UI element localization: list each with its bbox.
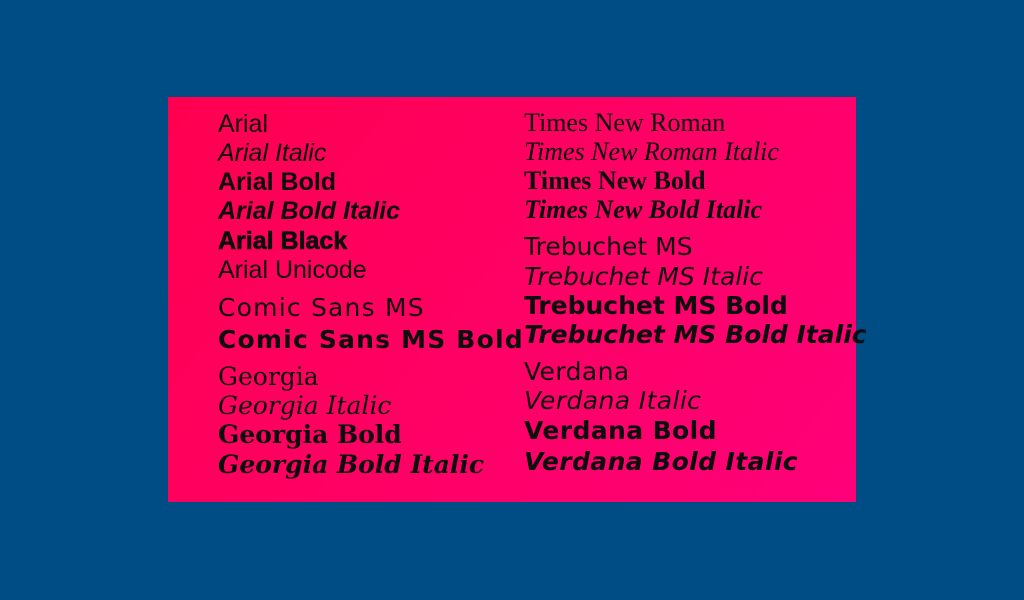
font-sample-label: Georgia Bold bbox=[218, 420, 402, 449]
font-specimen-panel: Arial Arial Italic Arial Bold Arial Bold It… bbox=[168, 97, 867, 502]
font-sample-label: Comic Sans MS Bold bbox=[218, 325, 524, 354]
font-specimen-canvas: Arial Arial Italic Arial Bold Arial Bold It… bbox=[0, 0, 1024, 600]
font-sample-label: Arial Bold Italic bbox=[218, 197, 400, 225]
font-sample-label: Verdana bbox=[524, 357, 630, 386]
font-sample-label: Trebuchet MS Italic bbox=[524, 262, 763, 291]
font-sample-label: Times New Bold Italic bbox=[524, 195, 763, 224]
font-sample-label: Arial Italic bbox=[218, 139, 327, 167]
font-sample-label: Comic Sans MS bbox=[218, 293, 425, 322]
font-sample-label: Trebuchet MS bbox=[524, 232, 693, 261]
font-sample-label: Verdana Bold Italic bbox=[524, 447, 799, 476]
font-sample-label: Arial Unicode bbox=[218, 256, 367, 284]
font-sample-label: Trebuchet MS Bold Italic bbox=[524, 320, 867, 349]
font-sample-label: Verdana Italic bbox=[524, 386, 702, 415]
font-sample-label: Georgia Italic bbox=[218, 391, 392, 420]
font-sample-label: Georgia bbox=[218, 362, 319, 391]
font-sample-label: Times New Roman Italic bbox=[524, 137, 779, 166]
font-sample-label: Georgia Bold Italic bbox=[218, 450, 485, 479]
font-sample-label: Times New Bold bbox=[524, 166, 706, 195]
font-sample-label: Trebuchet MS Bold bbox=[524, 291, 788, 320]
font-sample-label: Verdana Bold bbox=[524, 416, 717, 445]
font-sample-label: Arial Black bbox=[218, 227, 348, 255]
font-sample-label: Arial Bold bbox=[218, 168, 337, 196]
font-sample-label: Arial bbox=[218, 110, 269, 138]
font-sample-label: Times New Roman bbox=[524, 108, 726, 137]
